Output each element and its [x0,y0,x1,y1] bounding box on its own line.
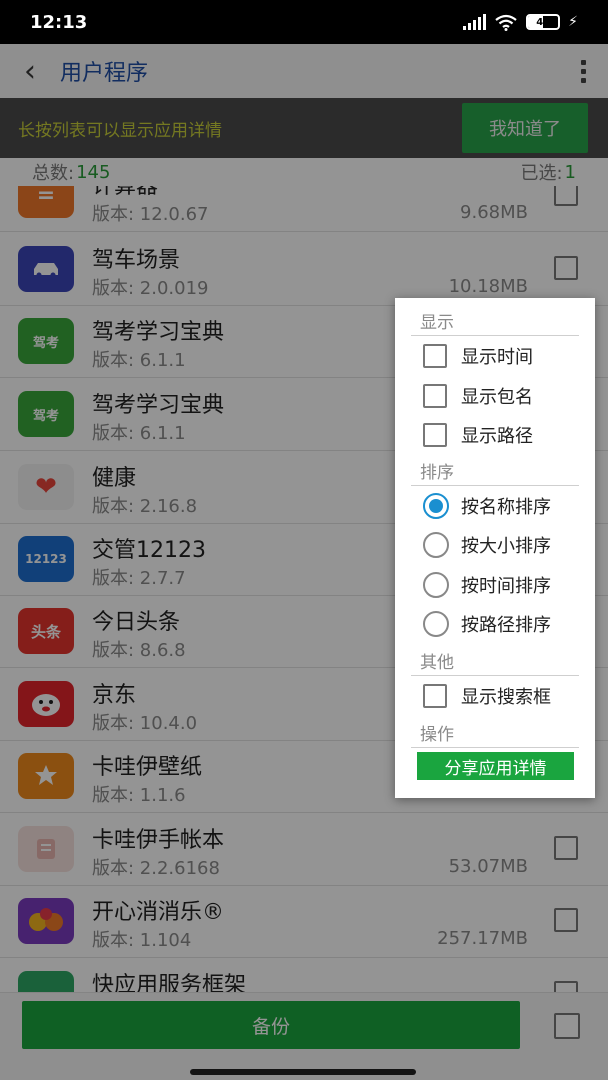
menu-item-show-package[interactable]: 显示包名 [423,378,591,414]
menu-item-sort-path[interactable]: 按路径排序 [423,606,591,642]
radio-selected[interactable] [423,493,449,519]
menu-item-sort-size[interactable]: 按大小排序 [423,527,591,563]
menu-item-label: 显示时间 [461,347,533,368]
wifi-icon [495,14,517,31]
options-popup-menu: 显示 显示时间 显示包名 显示路径 排序 按名称排序 按大小排序 按时间排序 按… [395,298,595,798]
section-header-other: 其他 [411,646,579,676]
menu-item-label: 显示路径 [461,426,533,447]
menu-item-show-search[interactable]: 显示搜索框 [423,678,591,714]
radio[interactable] [423,611,449,637]
menu-item-sort-time[interactable]: 按时间排序 [423,567,591,603]
radio[interactable] [423,572,449,598]
menu-item-label: 按时间排序 [461,576,551,597]
section-header-sort: 排序 [411,456,579,486]
checkbox[interactable] [423,423,447,447]
charging-icon: ⚡ [568,14,578,30]
menu-item-show-path[interactable]: 显示路径 [423,417,591,453]
checkbox[interactable] [423,344,447,368]
menu-item-sort-name[interactable]: 按名称排序 [423,488,591,524]
battery-level: 49 [536,16,551,28]
checkbox[interactable] [423,384,447,408]
share-app-details-button[interactable]: 分享应用详情 [417,752,574,780]
menu-item-show-time[interactable]: 显示时间 [423,338,591,374]
checkbox[interactable] [423,684,447,708]
menu-item-label: 显示搜索框 [461,687,551,708]
section-header-display: 显示 [411,306,579,336]
menu-item-label: 按名称排序 [461,497,551,518]
menu-item-label: 按路径排序 [461,615,551,636]
signal-icon [463,14,487,30]
status-icons: 49 ⚡ [463,13,578,31]
status-bar: 12:13 49 ⚡ [0,0,608,44]
menu-item-label: 按大小排序 [461,536,551,557]
section-header-action: 操作 [411,718,579,748]
radio[interactable] [423,532,449,558]
status-time: 12:13 [30,11,88,33]
battery-icon: 49 [526,14,561,30]
menu-item-label: 显示包名 [461,387,533,408]
